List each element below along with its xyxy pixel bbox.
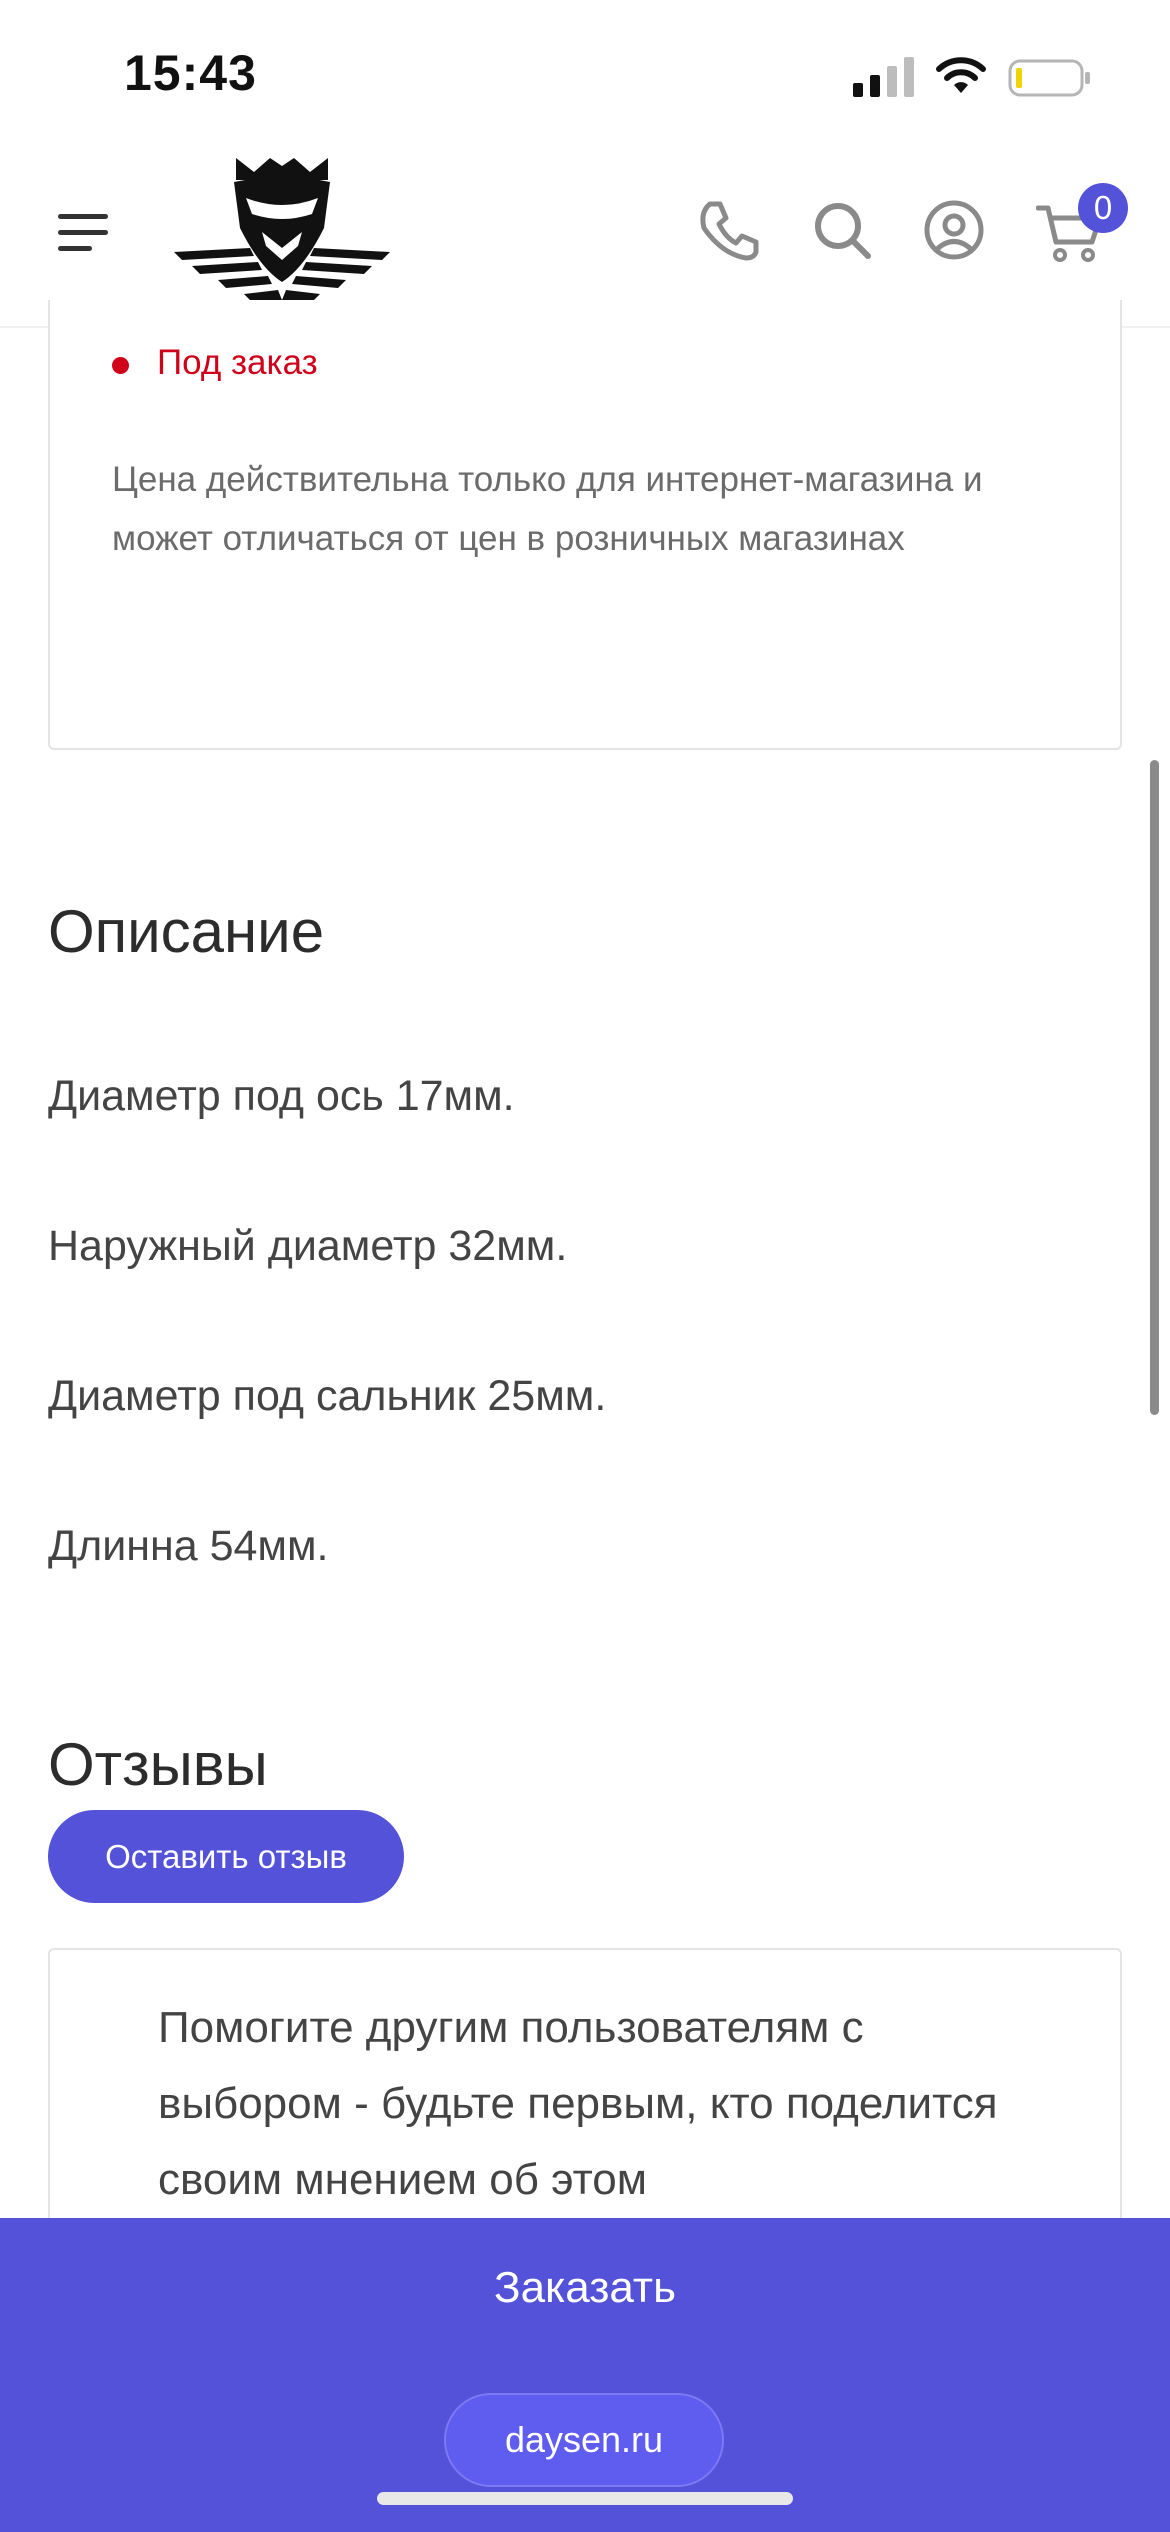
menu-icon[interactable] — [58, 212, 110, 254]
page-scrollbar[interactable] — [1150, 760, 1159, 1415]
order-bar: Заказать daysen.ru — [0, 2218, 1170, 2532]
user-account-icon[interactable] — [922, 198, 986, 262]
description-line: Длинна 54мм. — [48, 1522, 329, 1570]
status-time: 15:43 — [124, 45, 257, 101]
cart-count-badge[interactable]: 0 — [1078, 183, 1128, 233]
site-url-pill[interactable]: daysen.ru — [444, 2393, 724, 2487]
wifi-icon — [936, 57, 986, 93]
stock-status-dot — [112, 357, 129, 374]
reviews-heading: Отзывы — [48, 1731, 268, 1798]
description-line: Диаметр под ось 17мм. — [48, 1072, 515, 1120]
leave-review-button[interactable]: Оставить отзыв — [48, 1810, 404, 1903]
helmet-logo[interactable] — [174, 150, 390, 310]
description-heading: Описание — [48, 898, 325, 965]
search-icon[interactable] — [810, 198, 874, 262]
phone-icon[interactable] — [696, 198, 760, 262]
order-button[interactable]: Заказать — [0, 2263, 1170, 2313]
reviews-empty-hint: Помогите другим пользователям с выбором … — [158, 2003, 998, 2204]
cellular-signal-icon — [853, 57, 914, 97]
description-line: Наружный диаметр 32мм. — [48, 1222, 568, 1270]
status-bar: 15:43 — [0, 0, 1170, 150]
home-indicator[interactable] — [377, 2492, 793, 2505]
availability-status: Под заказ — [157, 343, 318, 382]
price-note: Цена действительна только для интернет-м… — [112, 460, 983, 558]
battery-icon — [1008, 59, 1090, 97]
description-line: Диаметр под сальник 25мм. — [48, 1372, 607, 1420]
